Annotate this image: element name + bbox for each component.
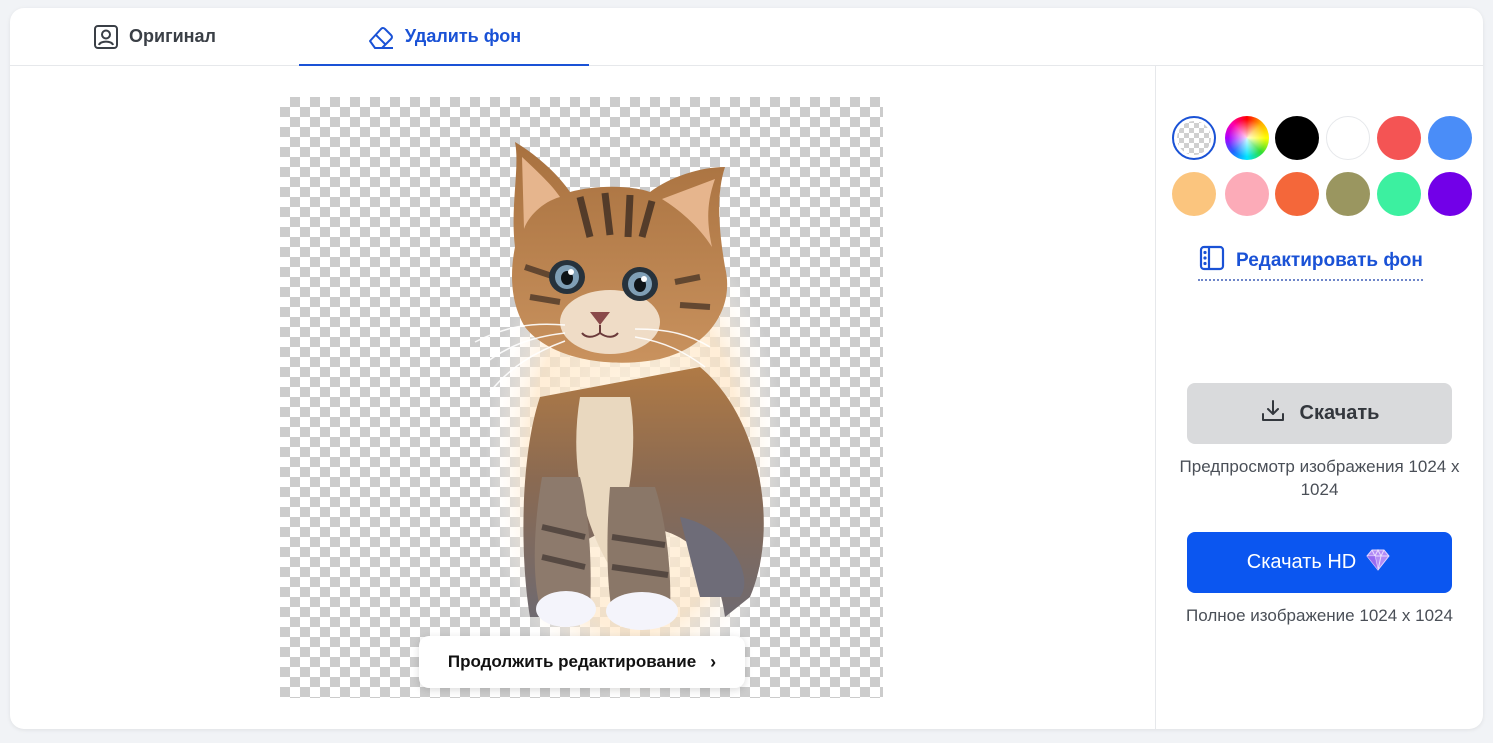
chevron-right-icon: › bbox=[710, 651, 717, 672]
diamond-icon bbox=[1364, 548, 1392, 578]
swatch-orange[interactable] bbox=[1275, 172, 1319, 216]
download-button[interactable]: Скачать bbox=[1187, 383, 1452, 444]
download-hd-button[interactable]: Скачать HD bbox=[1187, 532, 1452, 593]
edit-background-link[interactable]: Редактировать фон bbox=[1198, 245, 1423, 281]
tab-bar: Оригинал Удалить фон bbox=[10, 8, 1483, 66]
eraser-icon bbox=[367, 24, 395, 50]
user-portrait-icon bbox=[93, 24, 119, 50]
tab-remove-label: Удалить фон bbox=[404, 26, 522, 46]
edit-background-label: Редактировать фон bbox=[1236, 250, 1423, 271]
swatch-purple[interactable] bbox=[1428, 172, 1472, 216]
download-label: Скачать bbox=[1299, 402, 1380, 424]
continue-editing-button[interactable]: Продолжить редактирование › bbox=[419, 636, 745, 688]
download-hd-label: Скачать HD bbox=[1246, 551, 1357, 573]
app-card: Оригинал Удалить фон Продолжить редактир… bbox=[10, 8, 1483, 729]
background-color-picker bbox=[1170, 114, 1480, 224]
swatch-white[interactable] bbox=[1326, 116, 1370, 160]
film-frame-icon bbox=[1198, 245, 1226, 277]
full-resolution-text: Полное изображение 1024 x 1024 bbox=[1186, 606, 1453, 625]
swatch-rainbow[interactable] bbox=[1225, 116, 1269, 160]
panel-divider bbox=[1155, 66, 1156, 729]
swatch-blue[interactable] bbox=[1428, 116, 1472, 160]
swatch-black[interactable] bbox=[1275, 116, 1319, 160]
swatch-transparent[interactable] bbox=[1172, 116, 1216, 160]
kitten-image bbox=[474, 142, 785, 698]
tab-original[interactable]: Оригинал bbox=[10, 8, 299, 65]
swatch-peach[interactable] bbox=[1172, 172, 1216, 216]
download-icon bbox=[1260, 398, 1286, 430]
swatch-olive[interactable] bbox=[1326, 172, 1370, 216]
tab-original-label: Оригинал bbox=[129, 26, 216, 46]
tab-remove-background[interactable]: Удалить фон bbox=[299, 8, 589, 66]
image-canvas bbox=[280, 97, 883, 698]
swatch-pink[interactable] bbox=[1225, 172, 1269, 216]
swatch-green[interactable] bbox=[1377, 172, 1421, 216]
preview-resolution-text: Предпросмотр изображения 1024 x 1024 bbox=[1179, 457, 1460, 499]
swatch-red[interactable] bbox=[1377, 116, 1421, 160]
continue-editing-label: Продолжить редактирование bbox=[447, 652, 697, 671]
